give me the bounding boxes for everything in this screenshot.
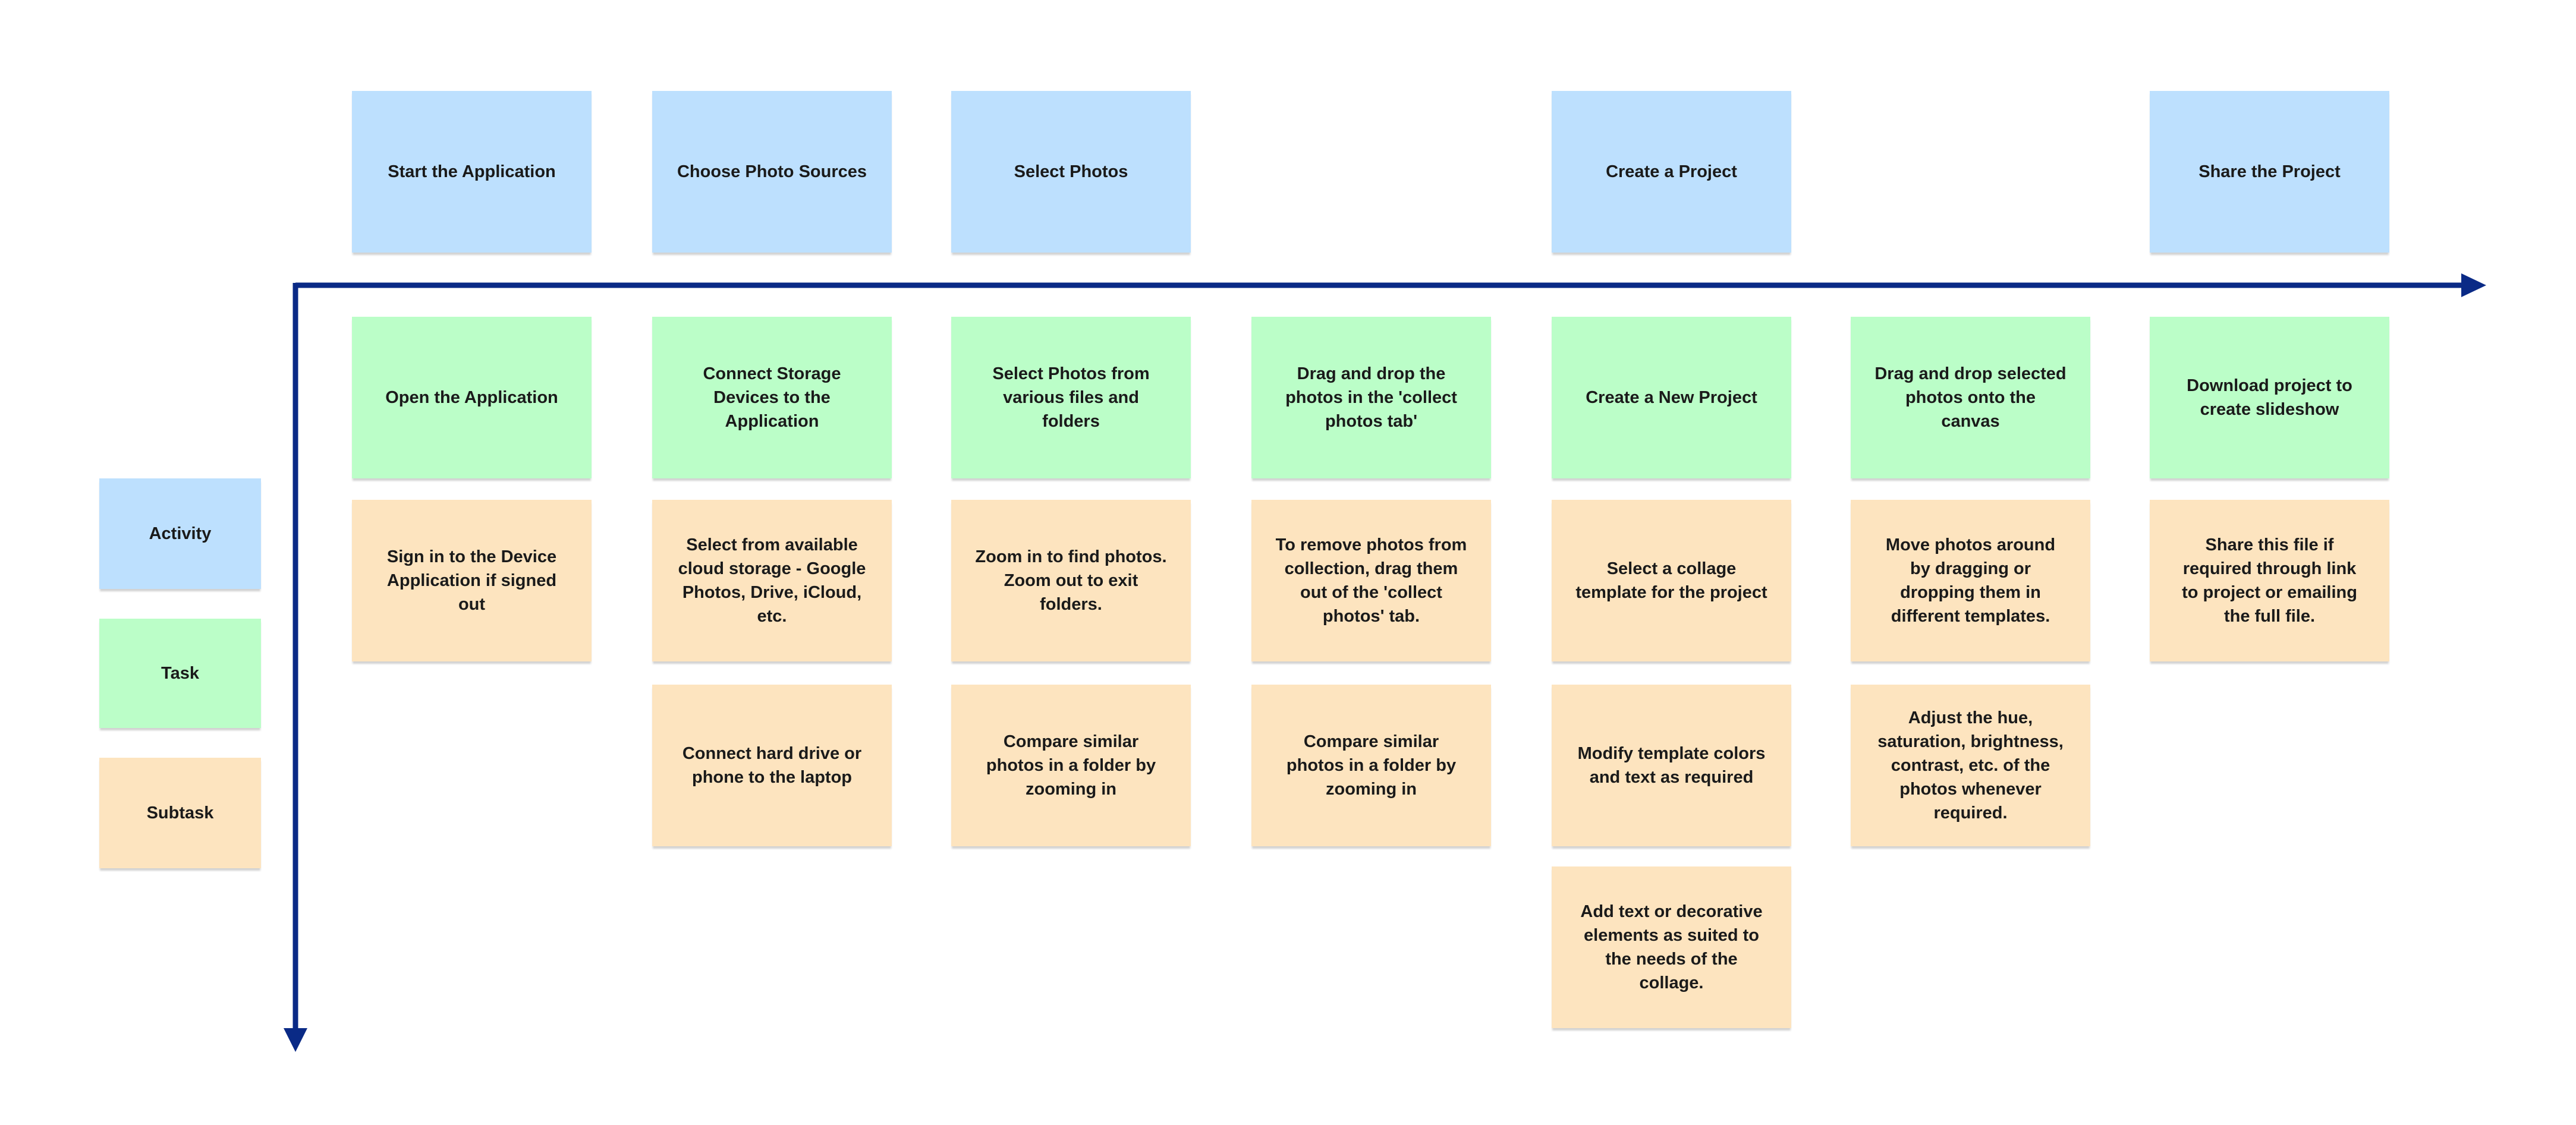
subtask-card[interactable]: Modify template colors and text as requi… bbox=[1552, 685, 1791, 846]
down-arrowhead-icon bbox=[284, 1028, 307, 1052]
task-card[interactable]: Drag and drop the photos in the 'collect… bbox=[1251, 317, 1491, 478]
subtask-card[interactable]: Compare similar photos in a folder by zo… bbox=[951, 685, 1191, 846]
task-card[interactable]: Download project to create slideshow bbox=[2150, 317, 2389, 478]
legend-activity: Activity bbox=[99, 478, 261, 589]
subtask-card[interactable]: Sign in to the Device Application if sig… bbox=[352, 500, 592, 661]
activity-card[interactable]: Choose Photo Sources bbox=[652, 91, 892, 253]
subtask-card[interactable]: Share this file if required through link… bbox=[2150, 500, 2389, 661]
right-arrowhead-icon bbox=[2461, 273, 2486, 297]
subtask-card[interactable]: Connect hard drive or phone to the lapto… bbox=[652, 685, 892, 846]
subtask-card[interactable]: Select from available cloud storage - Go… bbox=[652, 500, 892, 661]
activity-card[interactable]: Select Photos bbox=[951, 91, 1191, 253]
task-card[interactable]: Create a New Project bbox=[1552, 317, 1791, 478]
subtask-card[interactable]: Add text or decorative elements as suite… bbox=[1552, 866, 1791, 1028]
legend-subtask: Subtask bbox=[99, 758, 261, 868]
activity-card[interactable]: Share the Project bbox=[2150, 91, 2389, 253]
task-card[interactable]: Select Photos from various files and fol… bbox=[951, 317, 1191, 478]
subtask-card[interactable]: Zoom in to find photos. Zoom out to exit… bbox=[951, 500, 1191, 661]
activity-card[interactable]: Create a Project bbox=[1552, 91, 1791, 253]
subtask-card[interactable]: Adjust the hue, saturation, brightness, … bbox=[1851, 685, 2090, 846]
subtask-card[interactable]: Move photos around by dragging or droppi… bbox=[1851, 500, 2090, 661]
activity-card[interactable]: Start the Application bbox=[352, 91, 592, 253]
task-card[interactable]: Connect Storage Devices to the Applicati… bbox=[652, 317, 892, 478]
legend-task: Task bbox=[99, 619, 261, 728]
subtask-card[interactable]: Select a collage template for the projec… bbox=[1552, 500, 1791, 661]
task-card[interactable]: Open the Application bbox=[352, 317, 592, 478]
subtask-card[interactable]: Compare similar photos in a folder by zo… bbox=[1251, 685, 1491, 846]
subtask-card[interactable]: To remove photos from collection, drag t… bbox=[1251, 500, 1491, 661]
task-card[interactable]: Drag and drop selected photos onto the c… bbox=[1851, 317, 2090, 478]
